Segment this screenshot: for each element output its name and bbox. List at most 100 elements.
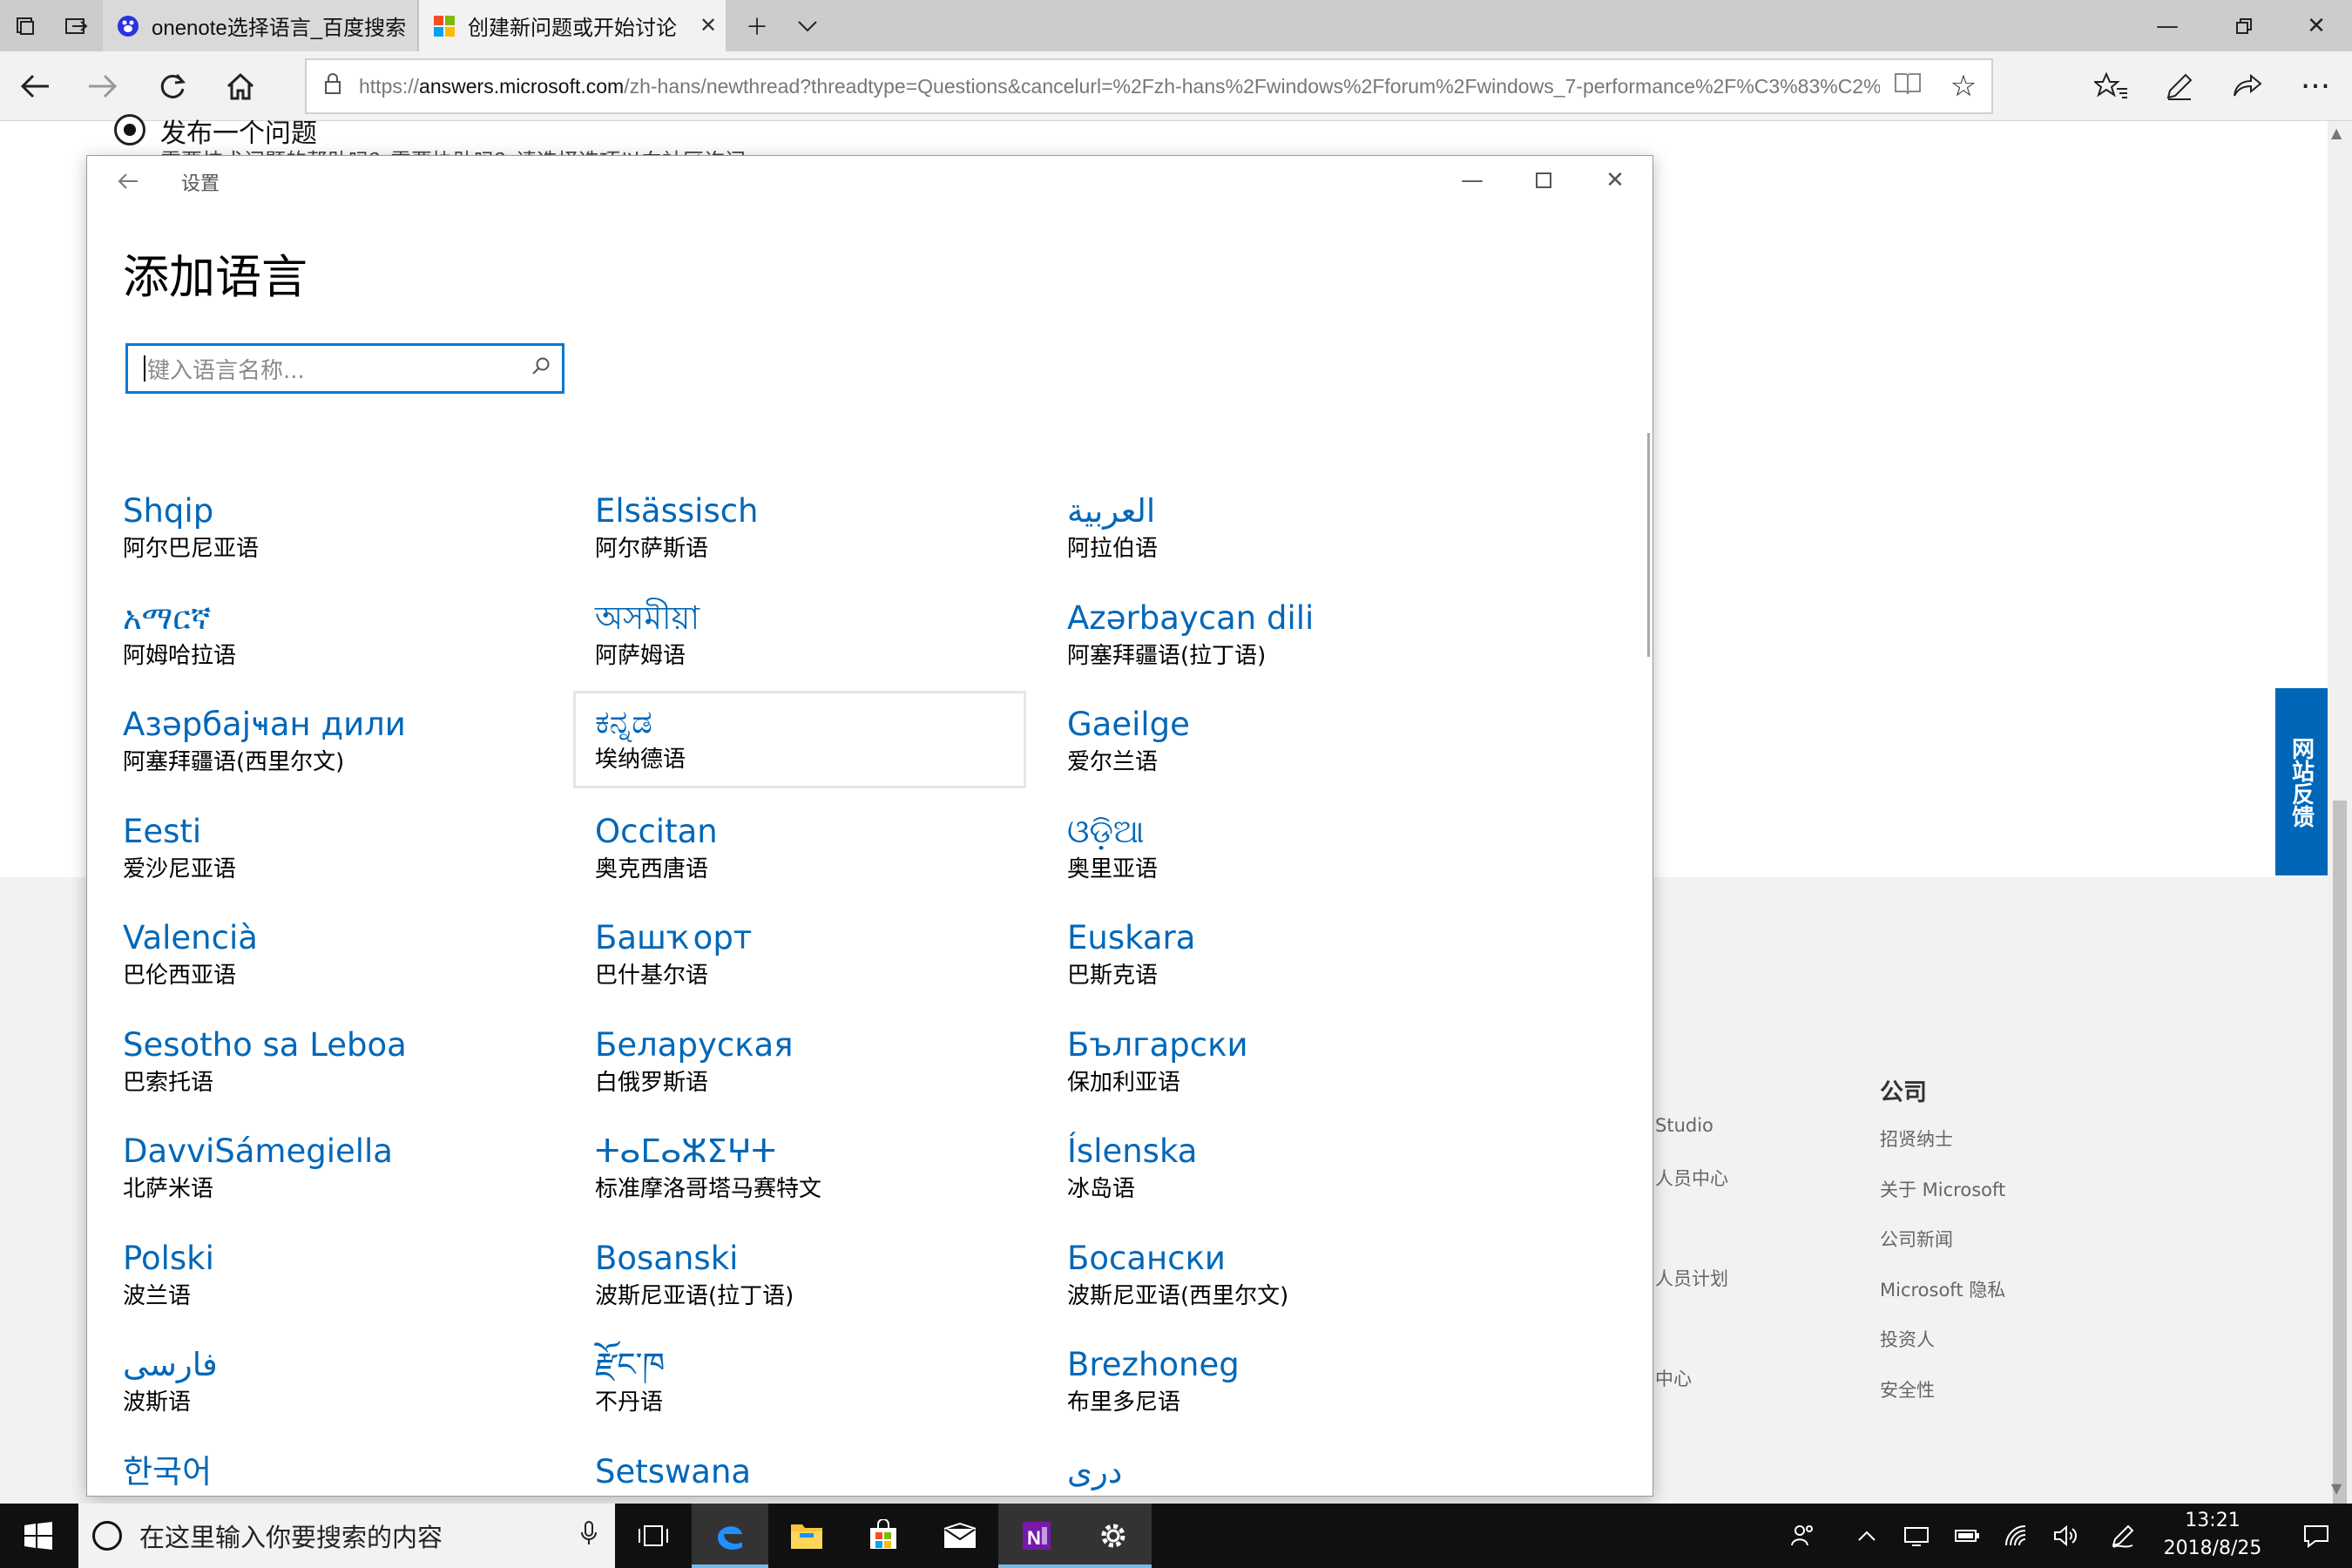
footer-link[interactable]: 人员中心 xyxy=(1655,1165,1728,1191)
site-feedback-tab[interactable]: 网站反馈 xyxy=(2275,688,2328,875)
share-icon[interactable] xyxy=(2216,51,2279,121)
language-item[interactable]: Valencià 巴伦西亚语 xyxy=(123,907,576,1004)
footer-link-privacy[interactable]: Microsoft 隐私 xyxy=(1880,1276,2005,1302)
forward-arrow-icon[interactable] xyxy=(71,51,134,121)
language-item[interactable]: Азәрбајҹан дили 阿塞拜疆语(西里尔文) xyxy=(123,693,576,791)
close-icon[interactable]: ✕ xyxy=(1579,156,1651,205)
tab-close-icon[interactable]: ✕ xyxy=(691,13,726,38)
settings-scrollbar[interactable] xyxy=(1647,433,1650,657)
language-item[interactable]: فارسى 波斯语 xyxy=(123,1334,576,1431)
tab-manager-icon[interactable] xyxy=(0,0,51,51)
people-icon[interactable] xyxy=(1768,1504,1838,1568)
volume-icon[interactable] xyxy=(2045,1504,2087,1568)
tab-title: 创建新问题或开始讨论 xyxy=(468,17,677,40)
search-icon[interactable] xyxy=(520,356,562,381)
svg-text:N: N xyxy=(1027,1527,1041,1549)
minimize-icon[interactable]: — xyxy=(1436,156,1508,205)
system-clock[interactable]: 13:21 2018/8/25 xyxy=(2152,1507,2274,1563)
language-item[interactable]: ଓଡ଼ିଆ 奥里亚语 xyxy=(1067,801,1520,898)
reading-view-icon[interactable] xyxy=(1880,71,1936,102)
language-item[interactable]: Беларуская 白俄罗斯语 xyxy=(595,1014,1048,1112)
close-window-icon[interactable]: ✕ xyxy=(2281,0,2352,51)
pen-notes-icon[interactable] xyxy=(2148,51,2211,121)
language-item[interactable]: Setswana 茨瓦纳语 xyxy=(595,1441,1048,1497)
microphone-icon[interactable] xyxy=(563,1520,615,1552)
language-item[interactable]: Босански 波斯尼亚语(西里尔文) xyxy=(1067,1227,1520,1325)
language-item[interactable]: Gaeilge 爱尔兰语 xyxy=(1067,693,1520,791)
scroll-down-icon[interactable]: ▼ xyxy=(2331,1480,2342,1497)
maximize-icon[interactable] xyxy=(1508,156,1579,205)
restore-icon[interactable] xyxy=(2208,0,2280,51)
language-item[interactable]: درى 达里语 xyxy=(1067,1441,1520,1497)
back-arrow-icon[interactable] xyxy=(3,51,66,121)
battery-icon[interactable] xyxy=(1946,1504,1988,1568)
address-bar[interactable]: https://answers.microsoft.com/zh-hans/ne… xyxy=(305,58,1993,114)
settings-gear-icon[interactable] xyxy=(1075,1504,1152,1568)
windows-ink-pen-icon[interactable] xyxy=(2099,1504,2146,1568)
mail-icon[interactable] xyxy=(922,1504,998,1568)
display-tray-icon[interactable] xyxy=(1896,1504,1937,1568)
new-tab-icon[interactable]: ＋ xyxy=(732,0,782,51)
home-icon[interactable] xyxy=(209,51,272,121)
wifi-icon[interactable] xyxy=(1997,1504,2038,1568)
edge-browser-icon[interactable] xyxy=(692,1504,768,1568)
language-item[interactable]: རྫོང་ཁ 不丹语 xyxy=(595,1334,1048,1431)
language-item[interactable]: ⵜⴰⵎⴰⵣⵉⵖⵜ 标准摩洛哥塔马赛特文 xyxy=(595,1120,1048,1218)
footer-link[interactable]: Studio xyxy=(1655,1115,1713,1136)
language-native-name: Башҡорт xyxy=(595,919,753,956)
footer-link[interactable]: 人员计划 xyxy=(1655,1265,1728,1291)
refresh-icon[interactable] xyxy=(141,51,204,121)
language-item[interactable]: Íslenska 冰岛语 xyxy=(1067,1120,1520,1218)
language-item[interactable]: Sesotho sa Leboa 巴索托语 xyxy=(123,1014,576,1112)
language-item[interactable]: Brezhoneg 布里多尼语 xyxy=(1067,1334,1520,1431)
language-chinese-name: 冰岛语 xyxy=(1067,1176,1136,1202)
set-aside-tabs-icon[interactable] xyxy=(51,0,101,51)
language-item[interactable]: العربية 阿拉伯语 xyxy=(1067,480,1520,578)
footer-link-investors[interactable]: 投资人 xyxy=(1880,1326,1935,1352)
language-item[interactable]: DavviSámegiella 北萨米语 xyxy=(123,1120,576,1218)
language-item[interactable]: Elsässisch 阿尔萨斯语 xyxy=(595,480,1048,578)
footer-link-news[interactable]: 公司新闻 xyxy=(1880,1226,1953,1252)
file-explorer-icon[interactable] xyxy=(768,1504,845,1568)
language-item[interactable]: አማርኛ 阿姆哈拉语 xyxy=(123,587,576,685)
language-search-input[interactable]: 键入语言名称... xyxy=(125,343,564,394)
post-question-radio[interactable] xyxy=(114,114,145,145)
favorite-star-icon[interactable]: ☆ xyxy=(1936,69,1991,104)
language-item[interactable]: অসমীয়া 阿萨姆语 xyxy=(595,587,1048,685)
language-item[interactable]: Eesti 爱沙尼亚语 xyxy=(123,801,576,898)
language-item[interactable]: ಕನ್ನಡ 埃纳德语 xyxy=(573,691,1026,788)
page-scroll-thumb[interactable] xyxy=(2333,801,2347,1550)
page-scrollbar[interactable]: ▲ ▼ xyxy=(2328,121,2352,1550)
favorites-hub-icon[interactable] xyxy=(2080,51,2143,121)
footer-link[interactable]: 中心 xyxy=(1655,1365,1692,1391)
footer-link-careers[interactable]: 招贤纳士 xyxy=(1880,1125,1953,1152)
action-center-icon[interactable] xyxy=(2281,1504,2352,1568)
tab-new-thread[interactable]: 创建新问题或开始讨论 ✕ xyxy=(419,0,726,51)
language-chinese-name: 朝鲜语 xyxy=(123,1495,576,1497)
language-chinese-name: 达里语 xyxy=(1067,1495,1520,1497)
tab-preview-chevron-icon[interactable] xyxy=(782,0,833,51)
language-item[interactable]: Euskara 巴斯克语 xyxy=(1067,907,1520,1004)
footer-link-about[interactable]: 关于 Microsoft xyxy=(1880,1176,2005,1202)
scroll-up-icon[interactable]: ▲ xyxy=(2331,125,2342,141)
footer-link-security[interactable]: 安全性 xyxy=(1880,1376,1935,1402)
onenote-icon[interactable]: N xyxy=(998,1504,1075,1568)
language-item[interactable]: Башҡорт 巴什基尔语 xyxy=(595,907,1048,1004)
taskbar-search-box[interactable]: 在这里输入你要搜索的内容 xyxy=(78,1504,615,1568)
start-windows-icon[interactable] xyxy=(0,1504,77,1568)
language-item[interactable]: Shqip 阿尔巴尼亚语 xyxy=(123,480,576,578)
tab-baidu-search[interactable]: onenote选择语言_百度搜索 xyxy=(103,0,418,51)
back-arrow-icon[interactable] xyxy=(106,159,150,203)
language-item[interactable]: Polski 波兰语 xyxy=(123,1227,576,1325)
task-view-icon[interactable] xyxy=(615,1504,692,1568)
language-item[interactable]: Bosanski 波斯尼亚语(拉丁语) xyxy=(595,1227,1048,1325)
minimize-icon[interactable]: — xyxy=(2132,0,2203,51)
more-options-icon[interactable]: ··· xyxy=(2284,51,2347,121)
language-item[interactable]: Occitan 奥克西唐语 xyxy=(595,801,1048,898)
language-item[interactable]: Български 保加利亚语 xyxy=(1067,1014,1520,1112)
language-item[interactable]: 한국어 朝鲜语 xyxy=(123,1441,576,1497)
store-icon[interactable] xyxy=(845,1504,922,1568)
show-hidden-icons-chevron-icon[interactable] xyxy=(1848,1504,1885,1568)
language-item[interactable]: Azərbaycan dili 阿塞拜疆语(拉丁语) xyxy=(1067,587,1520,685)
search-placeholder: 键入语言名称... xyxy=(147,357,305,384)
